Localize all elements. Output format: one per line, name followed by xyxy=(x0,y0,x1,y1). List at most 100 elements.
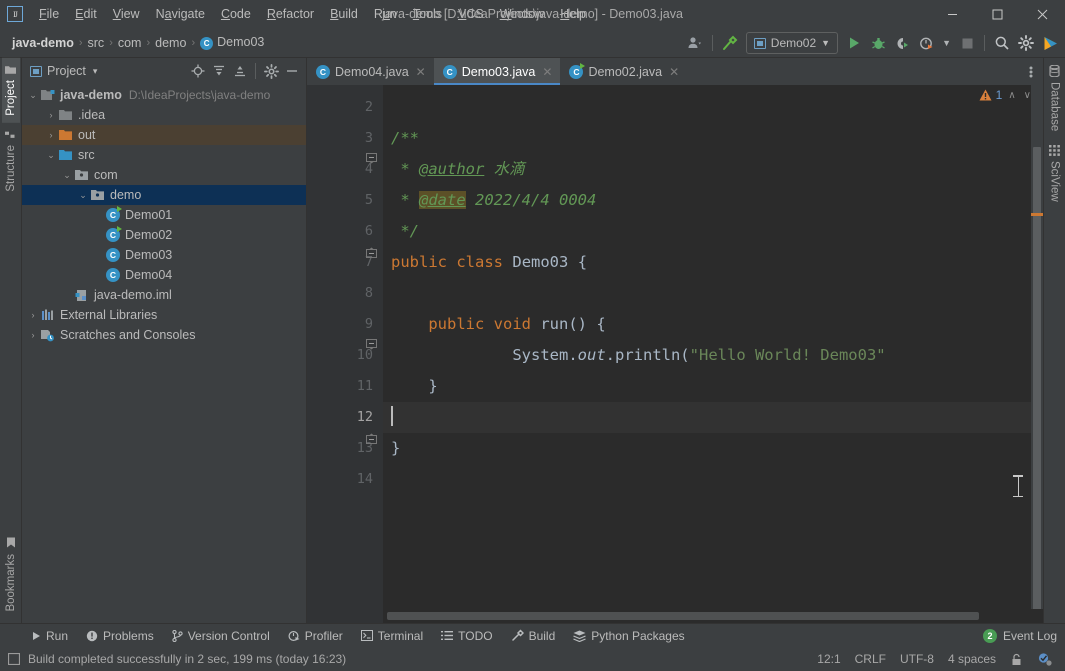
tree-node-external-libraries[interactable]: › External Libraries xyxy=(22,305,306,325)
maximize-button[interactable] xyxy=(975,0,1020,28)
menu-code[interactable]: Code xyxy=(213,3,259,25)
lock-icon[interactable] xyxy=(1003,651,1030,668)
menu-navigate[interactable]: Navigate xyxy=(148,3,213,25)
menu-build[interactable]: Build xyxy=(322,3,366,25)
coverage-icon[interactable] xyxy=(891,32,913,54)
menu-tools[interactable]: Tools xyxy=(405,3,450,25)
close-button[interactable] xyxy=(1020,0,1065,28)
locate-target-icon[interactable] xyxy=(188,61,208,81)
fold-marker-method-close[interactable] xyxy=(366,433,377,444)
editor-tab-demo02[interactable]: C Demo02.java ✕ xyxy=(560,58,687,85)
editor-gutter[interactable]: 1 2 3 4 5 6 7 8 9 10 11 12 13 14 xyxy=(307,85,383,609)
tool-window-terminal[interactable]: Terminal xyxy=(352,624,432,648)
hide-panel-icon[interactable] xyxy=(282,61,302,81)
chevron-down-icon[interactable]: ▼ xyxy=(939,38,954,48)
editor-scrollbar-thumb[interactable] xyxy=(1033,147,1041,609)
indent-setting[interactable]: 4 spaces xyxy=(941,650,1003,668)
sidebar-tab-bookmarks[interactable]: Bookmarks xyxy=(2,531,20,619)
editor-tabs-more-icon[interactable] xyxy=(1019,58,1043,85)
tree-node-iml[interactable]: java-demo.iml xyxy=(22,285,306,305)
ide-help-icon[interactable] xyxy=(1039,32,1061,54)
tree-node-demo01[interactable]: C Demo01 xyxy=(22,205,306,225)
user-avatar-icon[interactable] xyxy=(684,32,706,54)
profiler-icon[interactable] xyxy=(915,32,937,54)
tree-node-demo03[interactable]: C Demo03 xyxy=(22,245,306,265)
caret-position[interactable]: 12:1 xyxy=(810,650,847,668)
code-line-13[interactable]: } xyxy=(383,433,1031,464)
breadcrumb-item-project[interactable]: java-demo xyxy=(8,34,78,52)
tool-window-todo[interactable]: TODO xyxy=(432,624,501,648)
settings-gear-icon[interactable] xyxy=(1015,32,1037,54)
sidebar-tab-database[interactable]: Database xyxy=(1046,58,1064,138)
editor-marker-track[interactable] xyxy=(1031,85,1043,609)
code-line-14[interactable] xyxy=(383,464,1031,495)
settings-gear-icon[interactable] xyxy=(261,61,281,81)
menu-vcs[interactable]: VCS xyxy=(450,3,492,25)
chevron-down-icon[interactable]: ∨ xyxy=(1022,90,1033,101)
tool-window-build[interactable]: Build xyxy=(502,624,565,648)
tool-window-python-packages[interactable]: Python Packages xyxy=(564,624,693,648)
menu-file[interactable]: File xyxy=(31,3,67,25)
run-configuration-selector[interactable]: Demo02 ▼ xyxy=(746,32,838,54)
code-line-9[interactable]: public void run() { xyxy=(383,309,1031,340)
code-line-7[interactable]: public class Demo03 { xyxy=(383,247,1031,278)
stop-icon[interactable] xyxy=(956,32,978,54)
debug-icon[interactable] xyxy=(867,32,889,54)
tree-node-scratches[interactable]: › Scratches and Consoles xyxy=(22,325,306,345)
event-log-widget[interactable]: 2 Event Log xyxy=(983,629,1057,643)
tree-node-demo02[interactable]: C Demo02 xyxy=(22,225,306,245)
code-editor[interactable]: package com.demo; /** * @author 水滴 * @da… xyxy=(383,85,1031,609)
menu-edit[interactable]: Edit xyxy=(67,3,105,25)
collapse-all-icon[interactable] xyxy=(230,61,250,81)
run-icon[interactable] xyxy=(843,32,865,54)
fold-marker-method-open[interactable] xyxy=(366,339,377,350)
chevron-down-icon[interactable]: ▾ xyxy=(93,66,98,77)
code-line-6[interactable]: */ xyxy=(383,216,1031,247)
marker-warning[interactable] xyxy=(1031,213,1043,216)
line-separator[interactable]: CRLF xyxy=(848,650,893,668)
menu-run[interactable]: Run xyxy=(366,3,405,25)
code-line-1[interactable]: package com.demo; xyxy=(383,85,1031,92)
chevron-expanded-icon[interactable]: ⌄ xyxy=(26,85,40,105)
code-line-3[interactable]: /** xyxy=(383,123,1031,154)
expand-all-icon[interactable] xyxy=(209,61,229,81)
breadcrumb-item-class[interactable]: CDemo03 xyxy=(196,33,268,52)
tool-window-run[interactable]: Run xyxy=(22,624,77,648)
chevron-collapsed-icon[interactable]: › xyxy=(26,305,40,325)
close-icon[interactable]: ✕ xyxy=(542,65,552,79)
status-indicator-icon[interactable] xyxy=(8,653,20,665)
project-panel-title[interactable]: Project ▾ xyxy=(26,64,97,78)
breadcrumb-item-demo[interactable]: demo xyxy=(151,34,190,52)
menu-refactor[interactable]: Refactor xyxy=(259,3,322,25)
breadcrumb-item-src[interactable]: src xyxy=(84,34,109,52)
chevron-collapsed-icon[interactable]: › xyxy=(26,325,40,345)
fold-marker-javadoc-open[interactable] xyxy=(366,153,377,164)
fold-marker-javadoc-close[interactable] xyxy=(366,247,377,258)
sidebar-tab-project[interactable]: Project xyxy=(2,58,20,123)
chevron-expanded-icon[interactable]: ⌄ xyxy=(60,165,74,185)
tree-node-demo[interactable]: ⌄ demo xyxy=(22,185,306,205)
tool-window-version-control[interactable]: Version Control xyxy=(163,624,279,648)
chevron-up-icon[interactable]: ∧ xyxy=(1006,90,1017,101)
tree-node-out[interactable]: › out xyxy=(22,125,306,145)
chevron-expanded-icon[interactable]: ⌄ xyxy=(76,185,90,205)
search-everywhere-icon[interactable] xyxy=(991,32,1013,54)
code-line-4[interactable]: * @author 水滴 xyxy=(383,154,1031,185)
editor-horizontal-scrollbar[interactable] xyxy=(307,609,1043,623)
menu-help[interactable]: Help xyxy=(552,3,594,25)
chevron-expanded-icon[interactable]: ⌄ xyxy=(44,145,58,165)
tool-window-problems[interactable]: Problems xyxy=(77,624,163,648)
scrollbar-track[interactable] xyxy=(383,609,1043,623)
code-line-11[interactable]: } xyxy=(383,371,1031,402)
code-line-2[interactable] xyxy=(383,92,1031,123)
menu-window[interactable]: Window xyxy=(492,3,552,25)
minimize-button[interactable] xyxy=(930,0,975,28)
tree-node-src[interactable]: ⌄ src xyxy=(22,145,306,165)
breadcrumb-item-com[interactable]: com xyxy=(114,34,146,52)
inspection-level-icon[interactable] xyxy=(1030,650,1059,668)
sidebar-tab-sciview[interactable]: SciView xyxy=(1046,138,1064,209)
sidebar-tab-structure[interactable]: Structure xyxy=(2,123,20,199)
editor-tab-demo03[interactable]: C Demo03.java ✕ xyxy=(434,58,561,85)
tree-node-idea[interactable]: › .idea xyxy=(22,105,306,125)
tool-window-profiler[interactable]: Profiler xyxy=(279,624,352,648)
